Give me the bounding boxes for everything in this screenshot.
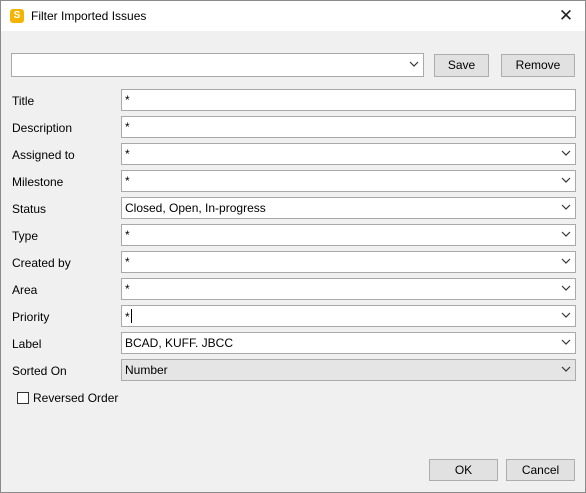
- chevron-down-icon[interactable]: [560, 282, 572, 294]
- milestone-combobox[interactable]: *: [121, 170, 576, 192]
- reversed-order-checkbox[interactable]: [17, 392, 29, 404]
- priority-combobox[interactable]: *: [121, 305, 576, 327]
- chevron-down-icon[interactable]: [560, 309, 572, 321]
- field-label-title: Title: [12, 94, 35, 108]
- remove-button[interactable]: Remove: [501, 54, 575, 77]
- chevron-down-icon[interactable]: [408, 58, 420, 70]
- assigned-to-combobox[interactable]: *: [121, 143, 576, 165]
- field-label-sorted-on: Sorted On: [12, 364, 67, 378]
- chevron-down-icon[interactable]: [560, 228, 572, 240]
- chevron-down-icon[interactable]: [560, 147, 572, 159]
- filter-dialog: S Filter Imported Issues ✕ Save Remove T…: [0, 0, 586, 493]
- save-button[interactable]: Save: [434, 54, 489, 77]
- chevron-down-icon[interactable]: [560, 363, 572, 375]
- area-value: *: [125, 282, 130, 296]
- field-label-description: Description: [12, 121, 73, 135]
- chevron-down-icon[interactable]: [560, 174, 572, 186]
- field-label-milestone: Milestone: [12, 175, 64, 189]
- sorted-on-dropdown[interactable]: Number: [121, 359, 576, 381]
- close-icon[interactable]: ✕: [547, 1, 585, 31]
- chevron-down-icon[interactable]: [560, 255, 572, 267]
- description-value: *: [125, 120, 130, 134]
- milestone-value: *: [125, 174, 130, 188]
- chevron-down-icon[interactable]: [560, 201, 572, 213]
- field-label-label: Label: [12, 337, 42, 351]
- area-combobox[interactable]: *: [121, 278, 576, 300]
- assigned-to-value: *: [125, 147, 130, 161]
- ok-button[interactable]: OK: [429, 459, 498, 481]
- field-label-created-by: Created by: [12, 256, 71, 270]
- created-by-value: *: [125, 255, 130, 269]
- title-input[interactable]: *: [121, 89, 576, 111]
- reversed-order-label[interactable]: Reversed Order: [33, 391, 118, 405]
- app-logo-icon: S: [10, 9, 24, 23]
- field-label-priority: Priority: [12, 310, 50, 324]
- label-value: BCAD, KUFF. JBCC: [125, 336, 234, 350]
- field-label-area: Area: [12, 283, 38, 297]
- cancel-button[interactable]: Cancel: [506, 459, 575, 481]
- sorted-on-value: Number: [125, 363, 168, 377]
- type-value: *: [125, 228, 130, 242]
- description-input[interactable]: *: [121, 116, 576, 138]
- status-combobox[interactable]: Closed, Open, In-progress: [121, 197, 576, 219]
- field-label-type: Type: [12, 229, 39, 243]
- chevron-down-icon[interactable]: [560, 336, 572, 348]
- preset-combobox[interactable]: [11, 53, 424, 77]
- field-label-status: Status: [12, 202, 47, 216]
- type-combobox[interactable]: *: [121, 224, 576, 246]
- priority-value: *: [125, 310, 130, 324]
- created-by-combobox[interactable]: *: [121, 251, 576, 273]
- label-combobox[interactable]: BCAD, KUFF. JBCC: [121, 332, 576, 354]
- dialog-title: Filter Imported Issues: [31, 9, 147, 23]
- field-label-assigned-to: Assigned to: [12, 148, 75, 162]
- title-bar: S Filter Imported Issues ✕: [1, 1, 585, 31]
- text-cursor: [130, 309, 132, 323]
- status-value: Closed, Open, In-progress: [125, 201, 266, 215]
- title-value: *: [125, 93, 130, 107]
